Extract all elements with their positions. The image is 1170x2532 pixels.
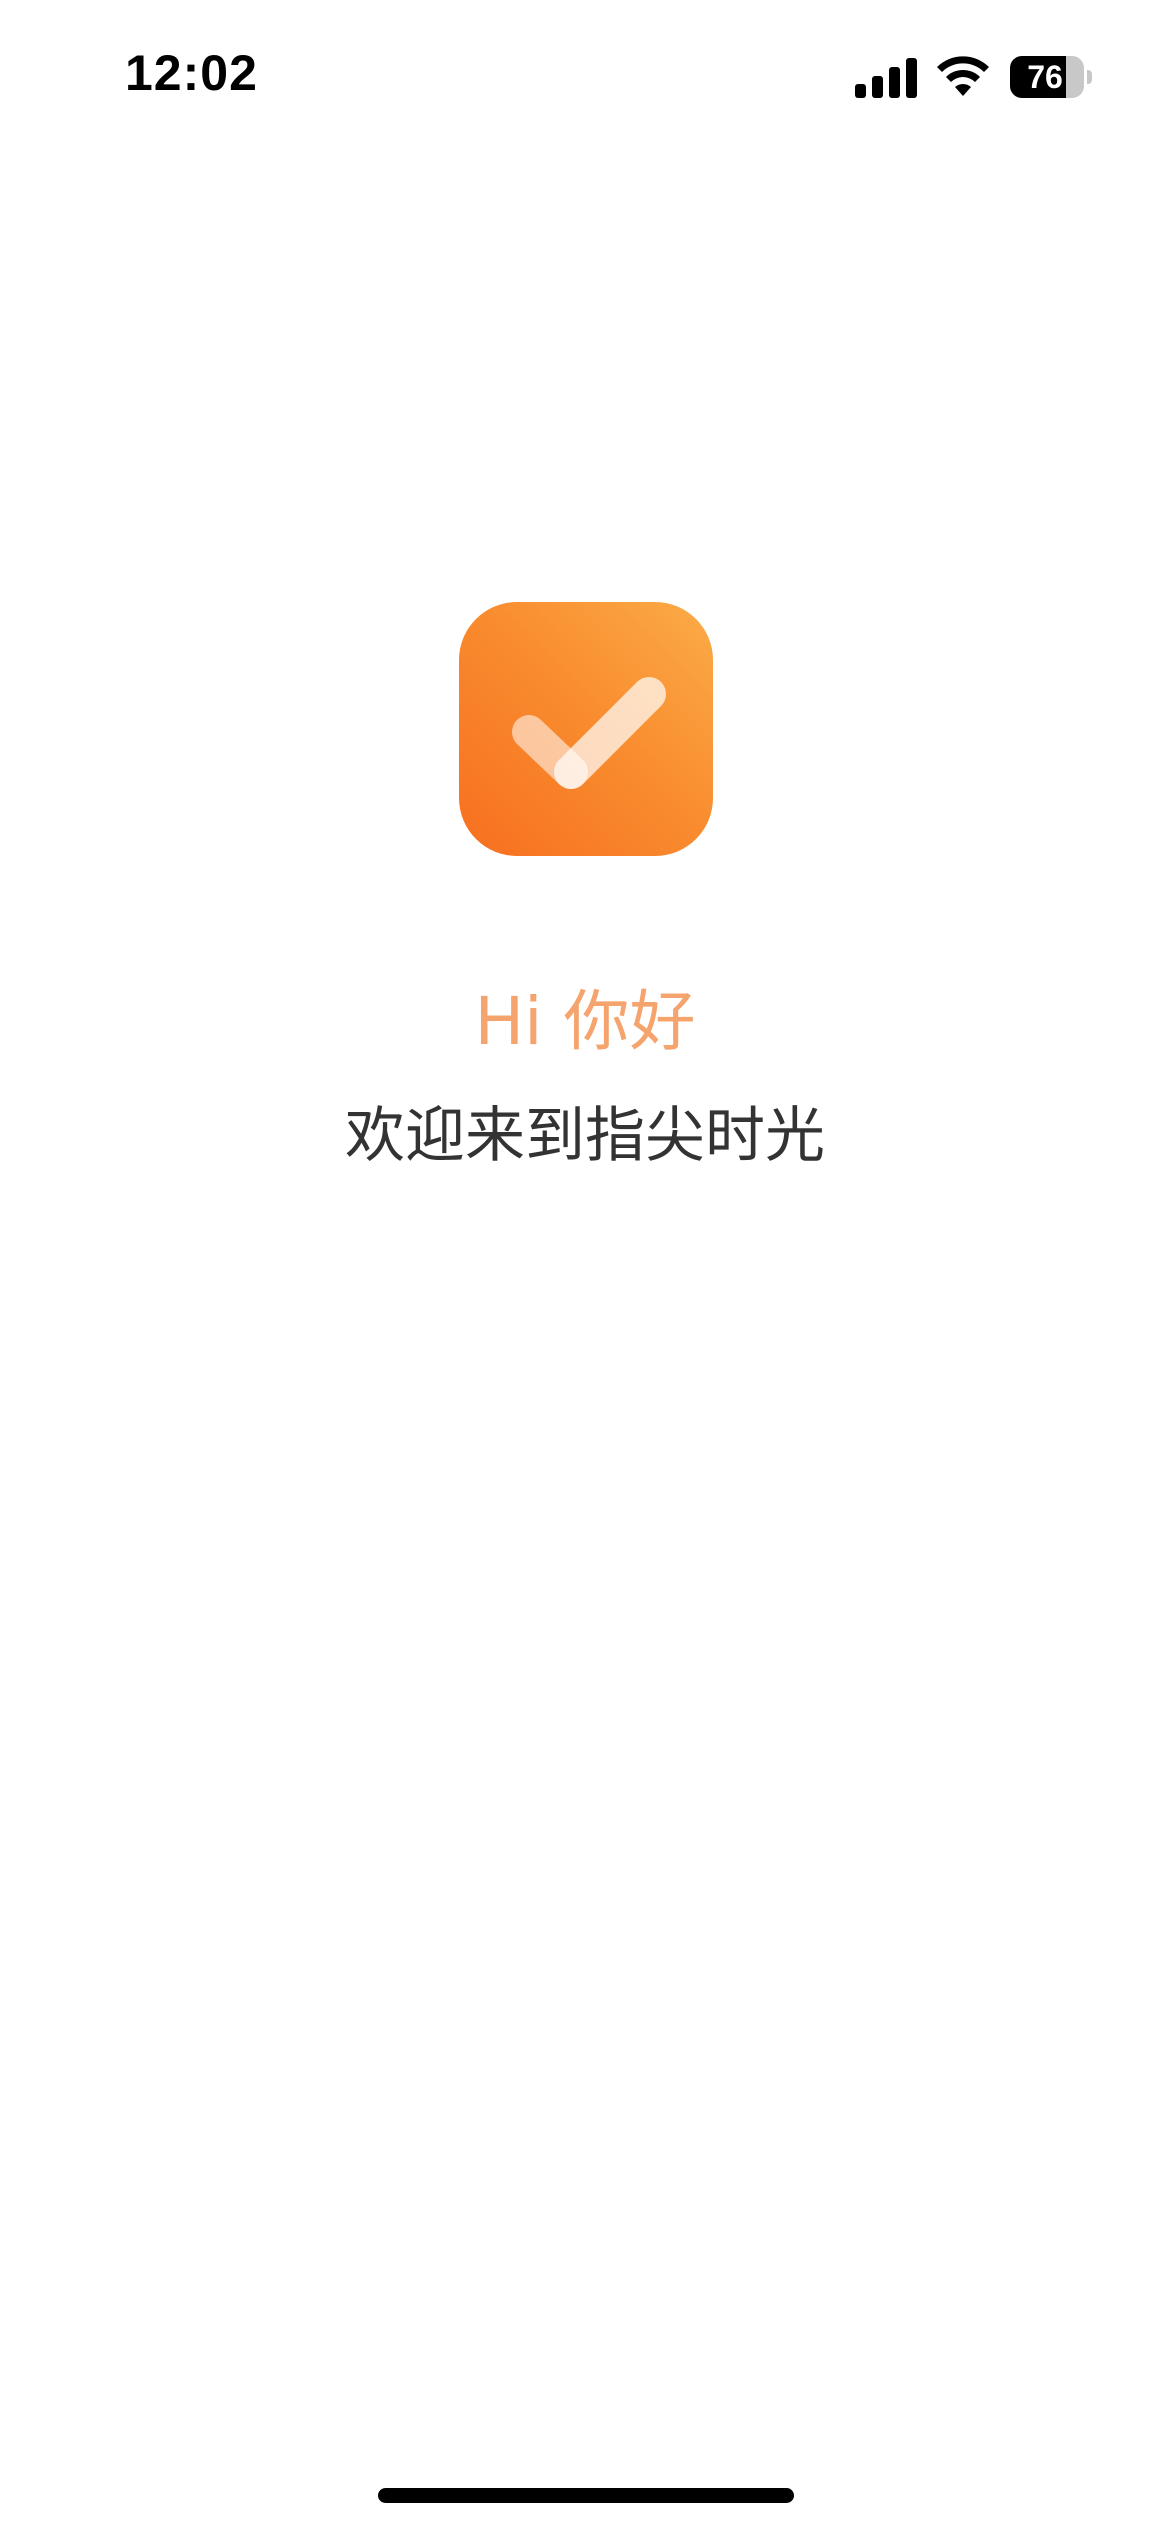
wifi-icon xyxy=(937,56,989,96)
battery-icon: 76 xyxy=(1010,56,1092,98)
status-bar: 12:02 76 xyxy=(0,0,1170,150)
app-logo xyxy=(459,602,713,856)
status-time: 12:02 xyxy=(125,45,258,101)
battery-cap xyxy=(1087,70,1092,84)
battery-body: 76 xyxy=(1010,56,1084,98)
greeting-title: Hi 你好 xyxy=(474,983,696,1060)
welcome-subtitle: 欢迎来到指尖时光 xyxy=(345,1101,825,1171)
home-indicator[interactable] xyxy=(378,2488,794,2503)
signal-icon xyxy=(855,58,917,98)
battery-level-text: 76 xyxy=(1027,59,1063,95)
checkmark-icon xyxy=(512,677,666,789)
